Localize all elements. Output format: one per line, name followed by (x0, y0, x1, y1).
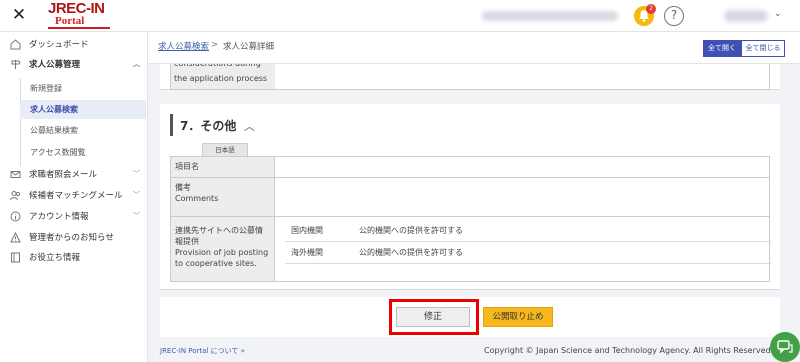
signpost-icon (10, 59, 21, 70)
help-icon[interactable]: ? (664, 6, 684, 26)
table-row: 備考 Comments (171, 178, 769, 217)
table-row: considerations during the application pr… (170, 64, 770, 90)
close-icon[interactable]: ✕ (10, 6, 28, 24)
sidebar-subitem-job-search[interactable]: 求人公募検索 (20, 100, 146, 119)
chevron-down-icon[interactable]: ⌄ (774, 9, 782, 19)
sidebar-item-label: お役立ち情報 (29, 253, 81, 263)
row-header-ja: 連携先サイトへの公募情報提供 (175, 226, 263, 246)
sidebar-subitem-result-search[interactable]: 公募結果検索 (20, 121, 146, 140)
row-header: 備考 Comments (171, 178, 275, 216)
sidebar-item-admin-notices[interactable]: 管理者からのお知らせ (0, 227, 148, 247)
chat-icon[interactable] (770, 332, 800, 362)
collapse-all-button[interactable]: 全て閉じる (741, 40, 785, 57)
breadcrumb-separator: > (211, 40, 219, 50)
coop-key: 国内機関 (291, 226, 323, 235)
coop-value: 公的機関への提供を許可する (359, 248, 463, 257)
sidebar-item-seeker-mail[interactable]: 求職者照会メール ﹀ (0, 164, 148, 184)
home-icon (10, 38, 21, 50)
sidebar-subitem-new[interactable]: 新規登録 (20, 79, 146, 98)
user-menu[interactable] (724, 10, 768, 22)
sidebar-item-job-management[interactable]: 求人公募管理 ︿ (0, 54, 148, 74)
logo-underline (48, 27, 110, 29)
mail-icon (10, 169, 21, 180)
chevron-up-icon[interactable]: ︿ (244, 118, 255, 134)
logo-title: JREC-IN (48, 0, 105, 17)
breadcrumb: 求人公募検索 > 求人公募詳細 全て開く 全て閉じる (148, 32, 800, 64)
action-bar: 修正 公開取り止め (160, 297, 780, 337)
sidebar-item-label: アカウント情報 (29, 212, 89, 222)
section-title: 7．その他 (180, 119, 237, 133)
section-other-panel: 7．その他 ︿ 日本語 項目名 備考 Comments 連携先サイトへの公募情報… (160, 104, 780, 290)
sidebar: ダッシュボード 求人公募管理 ︿ 新規登録 求人公募検索 公募結果検索 アクセス… (0, 32, 148, 362)
sidebar-item-candidate-mail[interactable]: 候補者マッチングメール ﹀ (0, 185, 148, 205)
sidebar-item-label: 候補者マッチングメール (29, 191, 123, 201)
section-table: 項目名 備考 Comments 連携先サイトへの公募情報提供 Provision… (170, 156, 771, 282)
section-marker (170, 114, 173, 136)
previous-section-panel: considerations during the application pr… (160, 64, 780, 90)
chevron-down-icon: ﹀ (133, 212, 140, 220)
chevron-down-icon: ﹀ (133, 191, 140, 199)
info-icon (10, 211, 21, 222)
about-link[interactable]: JREC-IN Portal について » (160, 346, 245, 356)
notification-badge: 2 (646, 4, 656, 14)
row-header-text: the application process (174, 74, 268, 83)
copyright-text: Copyright © Japan Science and Technology… (484, 346, 774, 355)
row-header-en: Provision of job posting to cooperative … (175, 248, 269, 268)
row-header: 項目名 (171, 157, 275, 177)
row-header-en: Comments (175, 194, 219, 203)
logo-subtitle: Portal (55, 15, 85, 27)
row-value (275, 178, 769, 216)
breadcrumb-link-job-search[interactable]: 求人公募検索 (158, 40, 209, 52)
highlight-box (389, 299, 479, 335)
list-item: 国内機関 公的機関への提供を許可する (285, 220, 771, 242)
sidebar-item-label: 求人公募管理 (29, 60, 81, 70)
people-icon (10, 190, 21, 201)
row-value (275, 157, 769, 177)
row-value: 国内機関 公的機関への提供を許可する 海外機関 公的機関への提供を許可する (275, 217, 771, 281)
expand-all-button[interactable]: 全て開く (703, 40, 741, 57)
top-header: ✕ JREC-IN Portal 2 ? ⌄ (0, 0, 800, 32)
coop-key: 海外機関 (291, 248, 323, 257)
sidebar-item-label: 管理者からのお知らせ (29, 233, 114, 243)
organization-name-redacted (482, 11, 618, 21)
list-item: 海外機関 公的機関への提供を許可する (285, 242, 771, 264)
row-header: 連携先サイトへの公募情報提供 Provision of job posting … (171, 217, 275, 281)
row-header-ja: 備考 (175, 183, 191, 192)
sidebar-item-dashboard[interactable]: ダッシュボード (0, 34, 148, 54)
row-header: considerations during the application pr… (171, 64, 275, 89)
book-icon (10, 252, 21, 263)
table-row: 項目名 (171, 157, 769, 178)
sidebar-item-account[interactable]: アカウント情報 ﹀ (0, 206, 148, 226)
stop-publishing-button[interactable]: 公開取り止め (483, 307, 553, 327)
sidebar-item-label: ダッシュボード (29, 40, 89, 50)
chevron-down-icon: ﹀ (133, 170, 140, 178)
sidebar-item-label: 求職者照会メール (29, 170, 98, 180)
table-row: 連携先サイトへの公募情報提供 Provision of job posting … (171, 217, 771, 281)
logo[interactable]: JREC-IN Portal (48, 0, 116, 29)
sidebar-subitem-access-stats[interactable]: アクセス数閲覧 (20, 143, 146, 162)
breadcrumb-current: 求人公募詳細 (223, 42, 275, 52)
chevron-up-icon: ︿ (133, 60, 140, 68)
warning-icon (10, 231, 21, 243)
sidebar-item-useful-info[interactable]: お役立ち情報 (0, 247, 148, 267)
tab-japanese[interactable]: 日本語 (202, 143, 248, 156)
coop-value: 公的機関への提供を許可する (359, 226, 463, 235)
